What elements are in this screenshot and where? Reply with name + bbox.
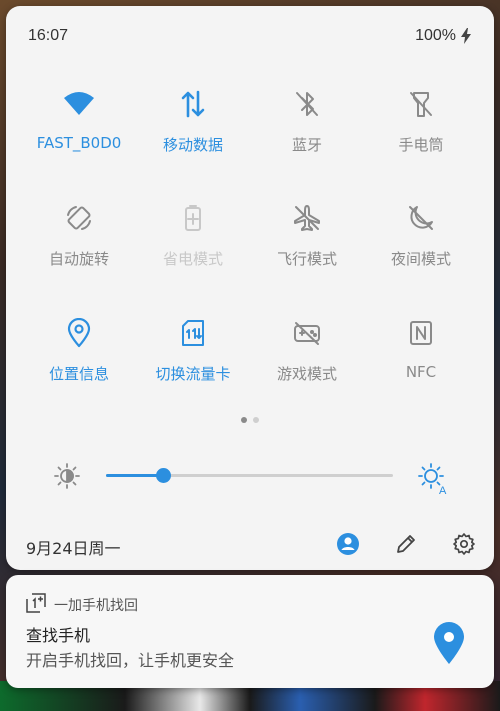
brightness-low-icon <box>52 461 82 491</box>
oneplus-app-icon <box>26 593 46 613</box>
mobile-data-icon <box>173 84 213 124</box>
notification-body: 开启手机找回，让手机更安全 <box>26 651 235 670</box>
tile-label: FAST_B0D0 <box>36 134 122 152</box>
tile-flashlight[interactable]: 手电筒 <box>364 84 478 174</box>
tile-night-mode[interactable]: 夜间模式 <box>364 198 478 288</box>
tile-battery-saver[interactable]: 省电模式 <box>136 198 250 288</box>
location-icon <box>59 313 99 353</box>
flashlight-off-icon <box>401 84 441 124</box>
tile-wifi[interactable]: FAST_B0D0 <box>22 84 136 174</box>
game-mode-off-icon <box>287 313 327 353</box>
user-icon <box>337 533 359 555</box>
notification-app-name: 一加手机找回 <box>54 598 138 614</box>
tile-label: 省电模式 <box>162 250 223 268</box>
auto-brightness-button[interactable]: A <box>416 461 450 497</box>
brightness-slider[interactable] <box>106 468 393 483</box>
location-pin-icon <box>432 621 466 665</box>
status-battery: 100% <box>415 27 472 45</box>
user-account-button[interactable] <box>334 530 362 558</box>
tile-label: 夜间模式 <box>390 250 451 268</box>
tile-airplane-mode[interactable]: 飞行模式 <box>250 198 364 288</box>
tile-label: 游戏模式 <box>276 365 337 383</box>
tile-nfc[interactable]: NFC <box>364 313 478 403</box>
battery-saver-icon <box>173 198 213 238</box>
tile-game-mode[interactable]: 游戏模式 <box>250 313 364 403</box>
tile-label: NFC <box>405 363 437 381</box>
airplane-off-icon <box>287 198 327 238</box>
notification-card[interactable]: 一加手机找回 查找手机 开启手机找回，让手机更安全 <box>6 575 494 688</box>
quick-settings-panel: 16:07 100% FAST_B0D0 移动数据 蓝牙 手电筒 自动旋转 省电… <box>6 6 494 570</box>
tile-label: 移动数据 <box>162 136 223 154</box>
tile-location[interactable]: 位置信息 <box>22 313 136 403</box>
sim-switch-icon <box>173 313 213 353</box>
pencil-icon <box>397 535 415 553</box>
tile-sim-switch[interactable]: 切换流量卡 <box>136 313 250 403</box>
tile-label: 位置信息 <box>48 365 109 383</box>
page-indicator <box>6 417 494 423</box>
charging-icon <box>461 28 471 44</box>
date-label: 9月24日周一 <box>26 539 121 558</box>
settings-button[interactable] <box>450 530 478 558</box>
page-dot[interactable] <box>253 417 259 423</box>
wifi-icon <box>59 84 99 124</box>
gear-icon <box>453 533 475 555</box>
nfc-icon <box>401 313 441 353</box>
tile-bluetooth[interactable]: 蓝牙 <box>250 84 364 174</box>
tile-label: 蓝牙 <box>291 136 322 154</box>
page-dot-current[interactable] <box>241 417 247 423</box>
edit-button[interactable] <box>392 530 420 558</box>
tile-label: 手电筒 <box>398 136 444 154</box>
auto-brightness-label: A <box>439 485 447 495</box>
tile-label: 自动旋转 <box>48 250 109 268</box>
brightness-slider-thumb[interactable] <box>156 468 172 483</box>
brightness-slider-fill <box>106 474 164 477</box>
tile-auto-rotate[interactable]: 自动旋转 <box>22 198 136 288</box>
bluetooth-off-icon <box>287 84 327 124</box>
auto-rotate-icon <box>59 198 99 238</box>
tile-label: 飞行模式 <box>276 250 337 268</box>
night-mode-off-icon <box>401 198 441 238</box>
notification-title: 查找手机 <box>26 626 91 645</box>
tile-label: 切换流量卡 <box>155 365 231 383</box>
tile-mobile-data[interactable]: 移动数据 <box>136 84 250 174</box>
battery-percent: 100% <box>415 27 456 44</box>
status-time: 16:07 <box>28 27 69 44</box>
